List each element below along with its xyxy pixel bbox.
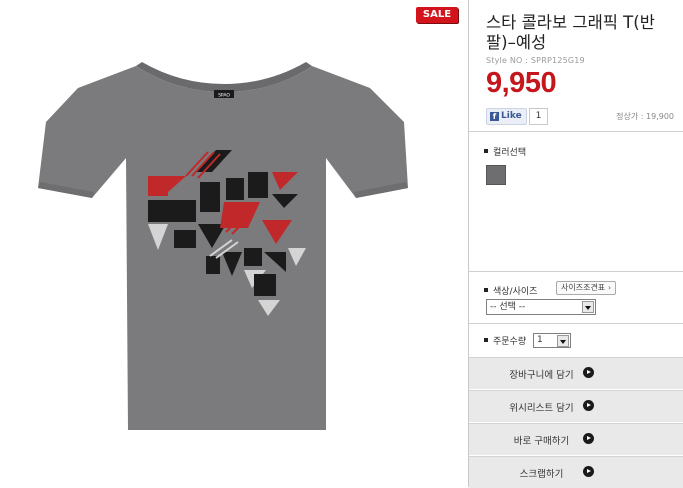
tshirt-body — [38, 66, 408, 430]
buy-now-button[interactable]: 바로 구매하기 — [469, 423, 683, 455]
product-info-panel: 스타 콜라보 그래픽 T(반팔)–예성 Style NO : SPRP125G1… — [469, 0, 683, 488]
product-title: 스타 콜라보 그래픽 T(반팔)–예성 — [486, 13, 655, 52]
facebook-icon: f — [490, 112, 499, 121]
style-number: Style NO : SPRP125G19 — [486, 56, 585, 65]
product-image-area: SPAO — [0, 0, 468, 487]
facebook-like-button[interactable]: f Like — [486, 108, 527, 125]
like-label: Like — [501, 111, 522, 121]
neck-label: SPAO — [218, 93, 230, 99]
arrow-right-icon — [583, 367, 594, 378]
chevron-right-icon: › — [608, 284, 611, 292]
scrap-button[interactable]: 스크랩하기 — [469, 456, 683, 488]
bullet-icon — [484, 338, 488, 342]
quantity-select[interactable]: 1 — [533, 333, 571, 348]
color-select-label: 컬러선택 — [484, 145, 526, 158]
divider-line — [469, 131, 683, 132]
arrow-right-icon — [583, 400, 594, 411]
size-select[interactable]: -- 선택 -- — [486, 299, 596, 315]
divider-line — [469, 271, 683, 272]
list-price: 정상가 : 19,900 — [616, 112, 674, 121]
size-guide-button[interactable]: 사이즈조견표 › — [556, 281, 616, 295]
like-count: 1 — [529, 108, 548, 125]
product-tshirt-image[interactable]: SPAO — [36, 52, 416, 437]
bullet-icon — [484, 288, 488, 292]
add-to-wishlist-button[interactable]: 위시리스트 담기 — [469, 390, 683, 422]
sale-badge: SALE — [416, 7, 458, 23]
add-to-cart-button[interactable]: 장바구니에 담기 — [469, 357, 683, 389]
bullet-icon — [484, 149, 488, 153]
color-swatch[interactable] — [486, 165, 506, 185]
divider-line — [469, 323, 683, 324]
arrow-right-icon — [583, 466, 594, 477]
quantity-label: 주문수량 — [484, 334, 526, 347]
chevron-down-icon[interactable] — [582, 301, 594, 313]
arrow-right-icon — [583, 433, 594, 444]
size-select-label: 색상/사이즈 — [484, 284, 537, 297]
chevron-down-icon[interactable] — [557, 335, 569, 347]
sale-price: 9,950 — [486, 67, 557, 99]
